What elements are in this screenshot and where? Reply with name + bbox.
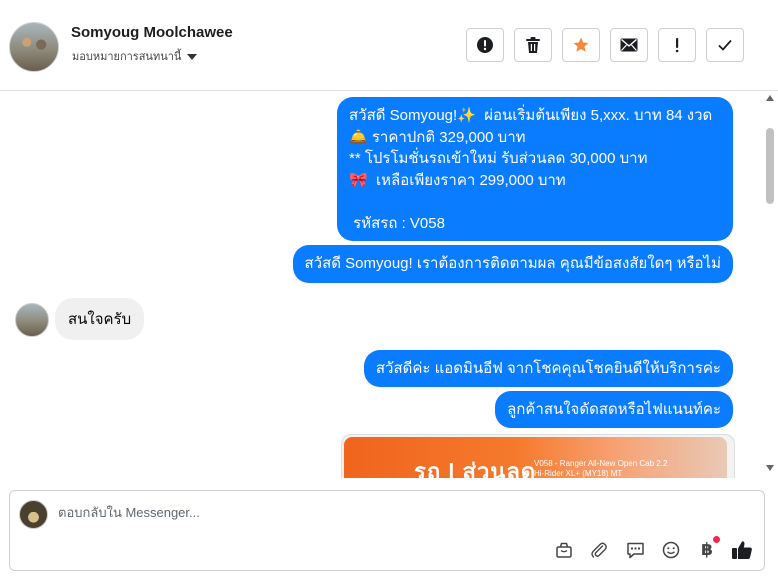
report-spam-button[interactable] [466,28,504,62]
star-button[interactable] [562,28,600,62]
scroll-up-arrow-icon[interactable] [766,95,774,101]
paperclip-icon[interactable] [587,538,611,562]
contact-avatar-small [15,303,49,337]
page-avatar [19,500,48,529]
mark-done-icon [717,38,733,52]
mark-important-icon [674,37,680,53]
delete-icon [525,36,541,54]
assign-conversation-label: มอบหมายการสนทนานี้ [72,51,182,63]
saved-reply-icon[interactable] [623,538,647,562]
thread-scrollbar[interactable] [763,91,777,478]
bag-icon[interactable] [552,538,576,562]
promo-image-headline: รถ | ส่วนลด [414,459,537,478]
reply-composer: ฿ [9,490,765,571]
scroll-down-arrow-icon[interactable] [766,465,774,471]
emoji-icon[interactable] [659,538,683,562]
reply-input[interactable] [58,505,658,520]
message-thread[interactable]: สวัสดี Somyoug!✨ ผ่อนเริ่มต้นเพียง 5,xxx… [0,91,778,478]
mark-done-button[interactable] [706,28,744,62]
contact-avatar[interactable] [9,22,59,72]
star-icon [572,36,590,54]
notification-dot [713,536,720,543]
mark-important-button[interactable] [658,28,696,62]
like-icon[interactable] [730,538,754,562]
promo-image-attachment[interactable]: รถ | ส่วนลด V058 - Ranger All-New Open C… [341,434,735,478]
mail-button[interactable] [610,28,648,62]
contact-name[interactable]: Somyoug Moolchawee [71,24,233,41]
message-bubble-admin-greeting[interactable]: สวัสดีค่ะ แอดมินอีฟ จากโชคคุณโชคยินดีให้… [363,350,733,387]
message-bubble-promo[interactable]: สวัสดี Somyoug!✨ ผ่อนเริ่มต้นเพียง 5,xxx… [337,97,733,241]
caret-down-icon [187,54,198,60]
conversation-header: Somyoug Moolchawee มอบหมายการสนทนานี้ [0,0,778,91]
message-bubble-admin-question[interactable]: ลูกค้าสนใจดัดสดหรือไฟแนนท์คะ [495,391,733,428]
mail-icon [620,38,638,52]
delete-button[interactable] [514,28,552,62]
scrollbar-thumb[interactable] [766,128,774,204]
message-bubble-followup[interactable]: สวัสดี Somyoug! เราต้องการติดตามผล คุณมี… [292,245,733,283]
message-bubble-customer[interactable]: สนใจครับ [55,298,145,340]
assign-conversation-dropdown[interactable]: มอบหมายการสนทนานี้ [72,47,198,65]
promo-image: รถ | ส่วนลด V058 - Ranger All-New Open C… [344,437,727,478]
promo-image-caption: V058 - Ranger All-New Open Cab 2.2 Hi-Ri… [534,459,668,478]
report-spam-icon [476,36,494,54]
